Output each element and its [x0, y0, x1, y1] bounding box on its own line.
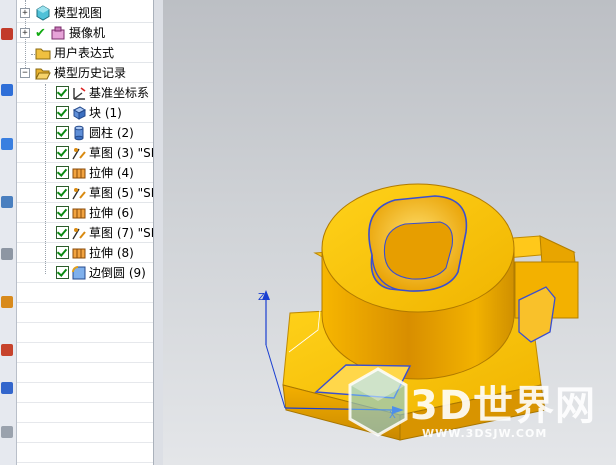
- feature-sketch-3[interactable]: 草图 (3) "SK: [17, 143, 153, 163]
- sketch-icon: [72, 188, 86, 200]
- tree-node-user-expressions[interactable]: 用户表达式: [17, 43, 153, 63]
- empty-row: [17, 363, 153, 383]
- extrude-icon: [72, 168, 86, 179]
- tree-node-label: 草图 (5) "SK: [89, 186, 153, 200]
- cylinder-boss: [321, 183, 515, 380]
- visibility-checkbox[interactable]: [56, 166, 69, 179]
- toolbar-icon-gray-2[interactable]: [1, 426, 13, 438]
- empty-row: [17, 403, 153, 423]
- expand-toggle[interactable]: +: [20, 8, 30, 18]
- toolbar-icon-red[interactable]: [1, 28, 13, 40]
- block-icon: [72, 106, 87, 120]
- toolbar-icon-blue-4[interactable]: [1, 382, 13, 394]
- tree-node-label: 边倒圆 (9): [89, 266, 146, 280]
- tree-node-label: 拉伸 (6): [89, 206, 134, 220]
- tree-node-model-views[interactable]: + 模型视图: [17, 3, 153, 23]
- tree-node-label: 块 (1): [89, 106, 122, 120]
- visibility-checkbox[interactable]: [56, 106, 69, 119]
- visibility-checkbox[interactable]: [56, 226, 69, 239]
- empty-row: [17, 283, 153, 303]
- watermark-url: WWW.3DSJW.COM: [422, 427, 548, 440]
- empty-row: [17, 423, 153, 443]
- resource-bar: [0, 0, 17, 465]
- feature-extrude-8[interactable]: 拉伸 (8): [17, 243, 153, 263]
- visibility-checkbox[interactable]: [56, 146, 69, 159]
- feature-extrude-6[interactable]: 拉伸 (6): [17, 203, 153, 223]
- sketch-icon: [72, 148, 86, 160]
- toolbar-icon-blue-2[interactable]: [1, 138, 13, 150]
- tree-node-model-history[interactable]: − 模型历史记录: [17, 63, 153, 83]
- triad-z-label: Z: [258, 292, 265, 303]
- empty-row: [17, 323, 153, 343]
- edge-blend-icon: [72, 266, 86, 280]
- empty-row: [17, 303, 153, 323]
- feature-sketch-7[interactable]: 草图 (7) "SK: [17, 223, 153, 243]
- open-folder-icon: [35, 68, 51, 80]
- tree-node-label: 圆柱 (2): [89, 126, 134, 140]
- visibility-checkbox[interactable]: [56, 206, 69, 219]
- toolbar-icon-gray[interactable]: [1, 248, 13, 260]
- feature-block[interactable]: 块 (1): [17, 103, 153, 123]
- tree-node-cameras[interactable]: + ✔ 摄像机: [17, 23, 153, 43]
- tree-node-label: 模型视图: [54, 6, 103, 20]
- tree-node-label: 用户表达式: [54, 46, 115, 60]
- check-mark-icon: ✔: [35, 26, 46, 41]
- datum-csys-icon: [73, 87, 86, 100]
- toolbar-icon-blue[interactable]: [1, 84, 13, 96]
- tree-node-label: 草图 (7) "SK: [89, 226, 153, 240]
- folder-icon: [35, 48, 51, 60]
- sketch-icon: [72, 228, 86, 240]
- visibility-checkbox[interactable]: [56, 266, 69, 279]
- toolbar-icon-orange[interactable]: [1, 296, 13, 308]
- tree-node-label: 摄像机: [69, 26, 106, 40]
- visibility-checkbox[interactable]: [56, 126, 69, 139]
- feature-sketch-5[interactable]: 草图 (5) "SK: [17, 183, 153, 203]
- feature-datum-csys[interactable]: 基准坐标系: [17, 83, 153, 103]
- cylinder-icon: [74, 125, 84, 141]
- cameras-icon: [51, 26, 65, 40]
- visibility-checkbox[interactable]: [56, 246, 69, 259]
- extrude-icon: [72, 248, 86, 259]
- feature-cylinder[interactable]: 圆柱 (2): [17, 123, 153, 143]
- watermark-logo-icon: [348, 367, 408, 437]
- tree-node-label: 草图 (3) "SK: [89, 146, 153, 160]
- empty-row: [17, 383, 153, 403]
- extrude-icon: [72, 208, 86, 219]
- visibility-checkbox[interactable]: [56, 86, 69, 99]
- visibility-checkbox[interactable]: [56, 186, 69, 199]
- empty-row: [17, 343, 153, 363]
- empty-row: [17, 443, 153, 463]
- tree-node-label: 拉伸 (4): [89, 166, 134, 180]
- watermark-text: 3D世界网: [410, 383, 597, 429]
- model-views-icon: [36, 5, 50, 21]
- expand-toggle[interactable]: +: [20, 28, 30, 38]
- toolbar-icon-red-2[interactable]: [1, 344, 13, 356]
- tree-node-label: 基准坐标系: [89, 86, 150, 100]
- collapse-toggle[interactable]: −: [20, 68, 30, 78]
- tree-node-label: 拉伸 (8): [89, 246, 134, 260]
- feature-edge-blend-9[interactable]: 边倒圆 (9): [17, 263, 153, 283]
- feature-extrude-4[interactable]: 拉伸 (4): [17, 163, 153, 183]
- toolbar-icon-blue-3[interactable]: [1, 196, 13, 208]
- watermark: 3D世界网 WWW.3DSJW.COM: [346, 365, 616, 465]
- tree-node-label: 模型历史记录: [54, 66, 127, 80]
- part-navigator: + 模型视图 + ✔ 摄像机 用户表达式 − 模型历史记录 基准坐标系 块 (1…: [17, 0, 153, 465]
